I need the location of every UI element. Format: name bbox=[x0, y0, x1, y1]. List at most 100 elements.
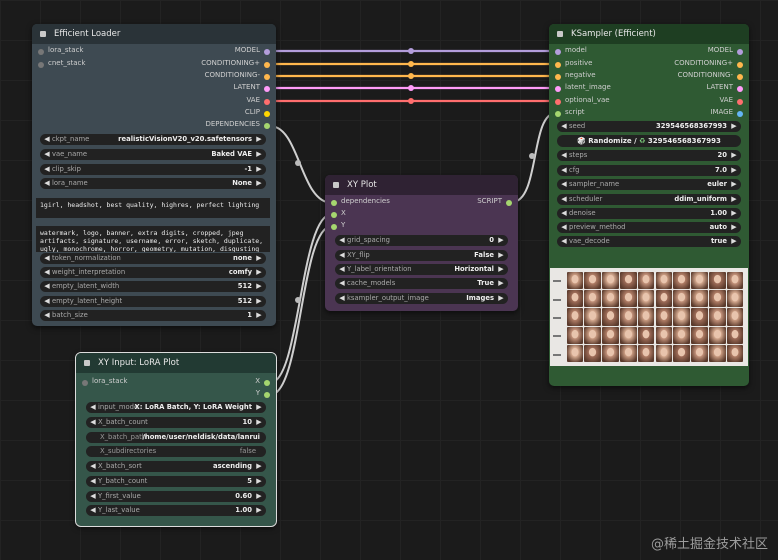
widget-weight-interpretation[interactable]: ◀ weight_interpretation comfy ▶ bbox=[40, 267, 266, 278]
increment-arrow-icon[interactable]: ▶ bbox=[729, 165, 739, 176]
slot-pin-icon[interactable] bbox=[264, 380, 270, 386]
widget-y-last-value[interactable]: ◀ Y_last_value 1.00 ▶ bbox=[86, 505, 266, 516]
slot-pin-icon[interactable] bbox=[331, 212, 337, 218]
widget-ksampler-output-image[interactable]: ◀ ksampler_output_image Images ▶ bbox=[335, 293, 508, 304]
slot-pin-icon[interactable] bbox=[38, 49, 44, 55]
slot-pin-icon[interactable] bbox=[264, 62, 270, 68]
output-x[interactable]: X bbox=[230, 377, 270, 389]
decrement-arrow-icon[interactable]: ◀ bbox=[559, 121, 569, 132]
slot-pin-icon[interactable] bbox=[737, 111, 743, 117]
collapse-dot-icon[interactable] bbox=[84, 360, 90, 366]
slot-pin-icon[interactable] bbox=[331, 224, 337, 230]
increment-arrow-icon[interactable]: ▶ bbox=[729, 194, 739, 205]
slot-pin-icon[interactable] bbox=[555, 49, 561, 55]
efficient-loader-node[interactable]: Efficient Loader lora_stack cnet_stack M… bbox=[32, 24, 276, 326]
widget-clip-skip[interactable]: ◀ clip_skip -1 ▶ bbox=[40, 164, 266, 175]
increment-arrow-icon[interactable]: ▶ bbox=[254, 267, 264, 278]
increment-arrow-icon[interactable]: ▶ bbox=[729, 208, 739, 219]
decrement-arrow-icon[interactable]: ◀ bbox=[42, 281, 52, 292]
widget-vae-name[interactable]: ◀ vae_name Baked VAE ▶ bbox=[40, 149, 266, 160]
widget-empty-latent-height[interactable]: ◀ empty_latent_height 512 ▶ bbox=[40, 296, 266, 307]
decrement-arrow-icon[interactable]: ◀ bbox=[42, 134, 52, 145]
increment-arrow-icon[interactable]: ▶ bbox=[254, 164, 264, 175]
decrement-arrow-icon[interactable]: ◀ bbox=[42, 310, 52, 321]
widget-vae-decode[interactable]: ◀ vae_decode true ▶ bbox=[557, 236, 741, 247]
increment-arrow-icon[interactable]: ▶ bbox=[729, 179, 739, 190]
output-model[interactable]: MODEL bbox=[633, 46, 743, 58]
widget-y-batch-count[interactable]: ◀ Y_batch_count 5 ▶ bbox=[86, 476, 266, 487]
slot-pin-icon[interactable] bbox=[264, 86, 270, 92]
widget-x-batch-sort[interactable]: ◀ X_batch_sort ascending ▶ bbox=[86, 461, 266, 472]
increment-arrow-icon[interactable]: ▶ bbox=[254, 134, 264, 145]
widget-sampler-name[interactable]: ◀ sampler_name euler ▶ bbox=[557, 179, 741, 190]
decrement-arrow-icon[interactable]: ◀ bbox=[42, 267, 52, 278]
decrement-arrow-icon[interactable]: ◀ bbox=[42, 253, 52, 264]
decrement-arrow-icon[interactable]: ◀ bbox=[88, 461, 98, 472]
output-conditioning-neg[interactable]: CONDITIONING- bbox=[633, 71, 743, 83]
increment-arrow-icon[interactable]: ▶ bbox=[729, 222, 739, 233]
slot-pin-icon[interactable] bbox=[555, 86, 561, 92]
output-clip[interactable]: CLIP bbox=[150, 108, 270, 120]
decrement-arrow-icon[interactable]: ◀ bbox=[559, 150, 569, 161]
widget-cfg[interactable]: ◀ cfg 7.0 ▶ bbox=[557, 165, 741, 176]
decrement-arrow-icon[interactable]: ◀ bbox=[88, 402, 98, 413]
decrement-arrow-icon[interactable]: ◀ bbox=[559, 165, 569, 176]
increment-arrow-icon[interactable]: ▶ bbox=[254, 253, 264, 264]
slot-pin-icon[interactable] bbox=[555, 74, 561, 80]
widget-token-normalization[interactable]: ◀ token_normalization none ▶ bbox=[40, 253, 266, 264]
increment-arrow-icon[interactable]: ▶ bbox=[254, 296, 264, 307]
lora-plot-header[interactable]: XY Input: LoRA Plot bbox=[76, 353, 276, 373]
slot-pin-icon[interactable] bbox=[737, 49, 743, 55]
decrement-arrow-icon[interactable]: ◀ bbox=[337, 293, 347, 304]
widget-x-batch-path[interactable]: X_batch_path /home/user/neldisk/data/lan… bbox=[86, 432, 266, 443]
slot-pin-icon[interactable] bbox=[264, 74, 270, 80]
slot-pin-icon[interactable] bbox=[737, 86, 743, 92]
slot-pin-icon[interactable] bbox=[264, 392, 270, 398]
output-conditioning-neg[interactable]: CONDITIONING- bbox=[150, 71, 270, 83]
increment-arrow-icon[interactable]: ▶ bbox=[254, 281, 264, 292]
slot-pin-icon[interactable] bbox=[38, 62, 44, 68]
widget-xy-flip[interactable]: ◀ XY_flip False ▶ bbox=[335, 250, 508, 261]
slot-pin-icon[interactable] bbox=[331, 200, 337, 206]
widget-batch-size[interactable]: ◀ batch_size 1 ▶ bbox=[40, 310, 266, 321]
widget-preview-method[interactable]: ◀ preview_method auto ▶ bbox=[557, 222, 741, 233]
randomize-seed-button[interactable]: 🎲 Randomize / ♻ 329546568367993 bbox=[557, 135, 741, 147]
decrement-arrow-icon[interactable]: ◀ bbox=[559, 179, 569, 190]
decrement-arrow-icon[interactable]: ◀ bbox=[88, 417, 98, 428]
increment-arrow-icon[interactable]: ▶ bbox=[254, 461, 264, 472]
increment-arrow-icon[interactable]: ▶ bbox=[254, 178, 264, 189]
widget-seed[interactable]: ◀ seed 329546568367993 ▶ bbox=[557, 121, 741, 132]
increment-arrow-icon[interactable]: ▶ bbox=[496, 235, 506, 246]
slot-pin-icon[interactable] bbox=[555, 111, 561, 117]
decrement-arrow-icon[interactable]: ◀ bbox=[42, 164, 52, 175]
widget-scheduler[interactable]: ◀ scheduler ddim_uniform ▶ bbox=[557, 194, 741, 205]
increment-arrow-icon[interactable]: ▶ bbox=[254, 476, 264, 487]
widget-y-first-value[interactable]: ◀ Y_first_value 0.60 ▶ bbox=[86, 491, 266, 502]
output-conditioning-pos[interactable]: CONDITIONING+ bbox=[633, 59, 743, 71]
collapse-dot-icon[interactable] bbox=[333, 182, 339, 188]
decrement-arrow-icon[interactable]: ◀ bbox=[337, 235, 347, 246]
increment-arrow-icon[interactable]: ▶ bbox=[729, 236, 739, 247]
increment-arrow-icon[interactable]: ▶ bbox=[729, 121, 739, 132]
decrement-arrow-icon[interactable]: ◀ bbox=[88, 505, 98, 516]
widget-y-label-orientation[interactable]: ◀ Y_label_orientation Horizontal ▶ bbox=[335, 264, 508, 275]
widget-ckpt-name[interactable]: ◀ ckpt_name realisticVisionV20_v20.safet… bbox=[40, 134, 266, 145]
slot-pin-icon[interactable] bbox=[264, 111, 270, 117]
increment-arrow-icon[interactable]: ▶ bbox=[254, 417, 264, 428]
slot-pin-icon[interactable] bbox=[264, 99, 270, 105]
widget-input-mode[interactable]: ◀ input_mode X: LoRA Batch, Y: LoRA Weig… bbox=[86, 402, 266, 413]
widget-empty-latent-width[interactable]: ◀ empty_latent_width 512 ▶ bbox=[40, 281, 266, 292]
output-vae[interactable]: VAE bbox=[150, 96, 270, 108]
ksampler-header[interactable]: KSampler (Efficient) bbox=[549, 24, 749, 44]
output-script[interactable]: SCRIPT bbox=[432, 197, 512, 209]
increment-arrow-icon[interactable]: ▶ bbox=[496, 293, 506, 304]
collapse-dot-icon[interactable] bbox=[557, 31, 563, 37]
output-vae[interactable]: VAE bbox=[633, 96, 743, 108]
widget-grid-spacing[interactable]: ◀ grid_spacing 0 ▶ bbox=[335, 235, 508, 246]
slot-pin-icon[interactable] bbox=[737, 62, 743, 68]
decrement-arrow-icon[interactable]: ◀ bbox=[337, 278, 347, 289]
increment-arrow-icon[interactable]: ▶ bbox=[254, 505, 264, 516]
increment-arrow-icon[interactable]: ▶ bbox=[496, 278, 506, 289]
decrement-arrow-icon[interactable]: ◀ bbox=[559, 208, 569, 219]
slot-pin-icon[interactable] bbox=[737, 74, 743, 80]
